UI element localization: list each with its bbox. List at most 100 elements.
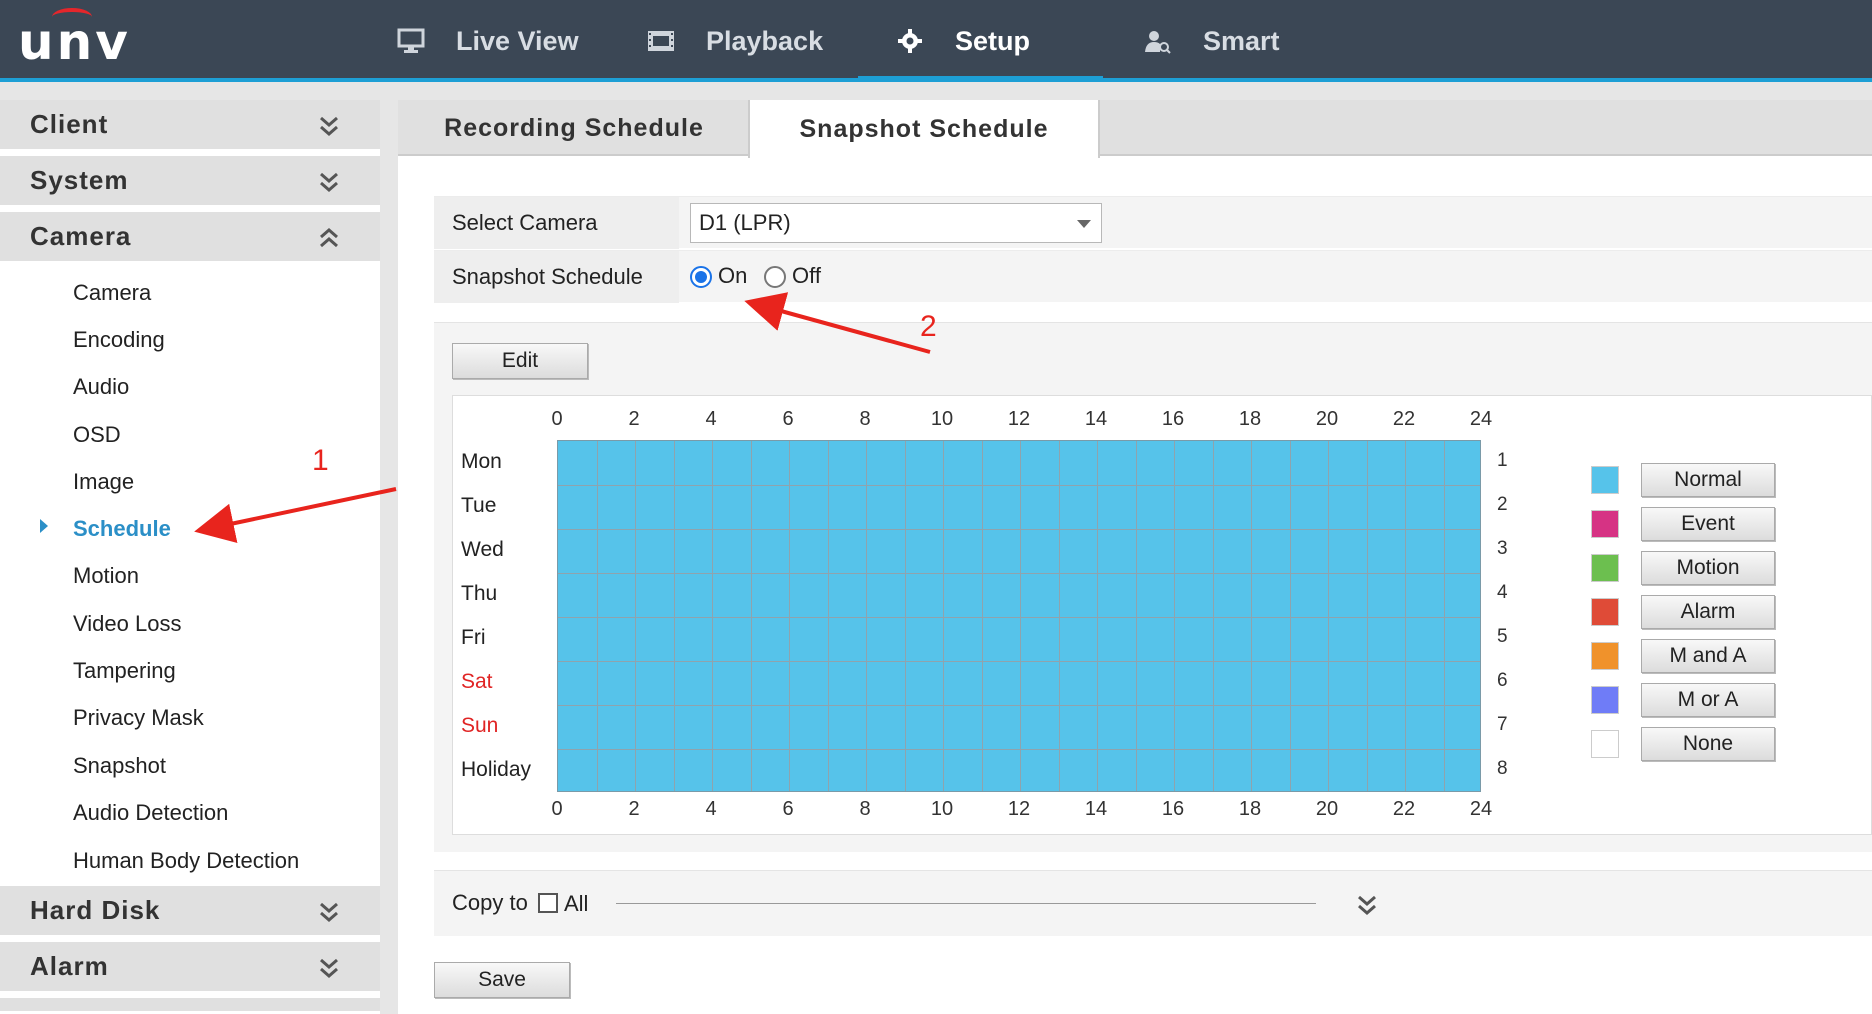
tab-snapshot-schedule[interactable]: Snapshot Schedule <box>748 100 1100 158</box>
nav-playback[interactable]: Playback <box>646 0 823 82</box>
row-number: 1 <box>1497 450 1508 471</box>
grid-hline <box>558 573 1480 574</box>
chevron-down-icon <box>320 172 338 192</box>
sidebar-item-privacy-mask[interactable]: Privacy Mask <box>73 705 204 731</box>
hour-label: 4 <box>705 798 717 820</box>
schedule-on-label[interactable]: On <box>718 263 747 289</box>
sidebar: Client System Camera Camera Encoding Aud… <box>0 100 380 1014</box>
grid-vline <box>635 441 636 791</box>
schedule-panel: Edit 0 2 4 6 8 10 12 14 16 18 20 22 24 0 2 4 6 8 10 12 14 16… <box>434 322 1872 852</box>
section-label: Alarm <box>30 951 109 981</box>
sidebar-item-image[interactable]: Image <box>73 469 134 495</box>
hour-label: 6 <box>782 408 794 430</box>
save-button[interactable]: Save <box>434 962 570 998</box>
active-nav-indicator <box>858 76 1103 81</box>
sidebar-item-human-body-detection[interactable]: Human Body Detection <box>73 848 299 874</box>
legend-button-event[interactable]: Event <box>1641 507 1775 541</box>
hour-label: 16 <box>1161 798 1185 820</box>
sidebar-section-client[interactable]: Client <box>0 100 380 152</box>
sidebar-section-system[interactable]: System <box>0 156 380 208</box>
select-camera-value: D1 (LPR) <box>699 210 791 235</box>
grid-vline <box>1212 441 1214 791</box>
dropdown-arrow-icon <box>1077 220 1091 228</box>
sidebar-section-hard-disk[interactable]: Hard Disk <box>0 886 380 938</box>
schedule-on-radio[interactable] <box>690 266 712 288</box>
schedule-grid[interactable] <box>557 440 1481 792</box>
hour-label: 8 <box>859 408 871 430</box>
row-number: 6 <box>1497 670 1508 691</box>
grid-vline <box>750 441 752 791</box>
grid-vline <box>1443 441 1445 791</box>
sidebar-item-audio-detection[interactable]: Audio Detection <box>73 800 228 826</box>
legend-button-m-or-a[interactable]: M or A <box>1641 683 1775 717</box>
sidebar-item-audio[interactable]: Audio <box>73 374 129 400</box>
hour-label: 24 <box>1469 408 1493 430</box>
monitor-icon <box>396 28 426 54</box>
grid-vline <box>904 441 906 791</box>
grid-vline <box>1097 441 1098 791</box>
chevron-down-icon[interactable] <box>1356 893 1378 917</box>
sidebar-item-video-loss[interactable]: Video Loss <box>73 611 181 637</box>
day-label: Wed <box>461 538 504 561</box>
sidebar-section-more <box>0 998 380 1014</box>
grid-vline <box>866 441 867 791</box>
day-label: Fri <box>461 626 486 649</box>
sidebar-item-tampering[interactable]: Tampering <box>73 658 176 684</box>
brand-logo: UNV <box>18 8 131 70</box>
section-label: Client <box>30 109 109 139</box>
legend-button-none[interactable]: None <box>1641 727 1775 761</box>
legend-button-normal[interactable]: Normal <box>1641 463 1775 497</box>
grid-hline <box>558 705 1480 706</box>
row-number: 3 <box>1497 538 1508 559</box>
main-content: Recording Schedule Snapshot Schedule Sel… <box>398 100 1872 1014</box>
gear-icon <box>895 28 925 54</box>
section-label: Camera <box>30 221 132 251</box>
sidebar-item-osd[interactable]: OSD <box>73 422 121 448</box>
day-label: Sun <box>461 714 499 737</box>
legend-swatch <box>1591 554 1619 582</box>
sidebar-section-alarm[interactable]: Alarm <box>0 942 380 994</box>
legend-button-motion[interactable]: Motion <box>1641 551 1775 585</box>
hour-label: 10 <box>930 798 954 820</box>
legend-swatch <box>1591 642 1619 670</box>
copy-to-row: Copy to All <box>434 870 1872 936</box>
snapshot-schedule-label: Snapshot Schedule <box>434 251 679 303</box>
sidebar-item-motion[interactable]: Motion <box>73 563 139 589</box>
day-label: Thu <box>461 582 498 605</box>
hour-label: 12 <box>1007 408 1031 430</box>
sidebar-item-encoding[interactable]: Encoding <box>73 327 165 353</box>
schedule-off-radio[interactable] <box>764 266 786 288</box>
legend-button-m-and-a[interactable]: M and A <box>1641 639 1775 673</box>
tab-recording-schedule[interactable]: Recording Schedule <box>398 100 750 156</box>
grid-vline <box>596 441 598 791</box>
select-camera-dropdown[interactable]: D1 (LPR) <box>690 203 1102 243</box>
hour-label: 18 <box>1238 408 1262 430</box>
grid-hline <box>558 485 1480 486</box>
grid-vline <box>943 441 944 791</box>
nav-smart[interactable]: Smart <box>1143 0 1280 82</box>
grid-vline <box>1251 441 1252 791</box>
nav-setup[interactable]: Setup <box>895 0 1030 82</box>
sidebar-item-snapshot[interactable]: Snapshot <box>73 753 166 779</box>
hour-label: 6 <box>782 798 794 820</box>
edit-button[interactable]: Edit <box>452 343 588 379</box>
tab-bar: Recording Schedule Snapshot Schedule <box>398 100 1872 158</box>
copy-all-checkbox[interactable] <box>538 893 558 913</box>
nav-live-view[interactable]: Live View <box>396 0 579 82</box>
legend-button-alarm[interactable]: Alarm <box>1641 595 1775 629</box>
sidebar-section-camera[interactable]: Camera <box>0 212 380 264</box>
schedule-off-label[interactable]: Off <box>792 263 821 289</box>
grid-hline <box>558 529 1480 530</box>
sidebar-item-camera[interactable]: Camera <box>73 280 151 306</box>
grid-vline <box>789 441 790 791</box>
copy-all-label: All <box>564 891 589 916</box>
chevron-down-icon <box>320 902 338 922</box>
hour-label: 2 <box>628 798 640 820</box>
grid-vline <box>1405 441 1406 791</box>
hour-label: 12 <box>1007 798 1031 820</box>
hour-label: 20 <box>1315 798 1339 820</box>
sidebar-item-schedule[interactable]: Schedule <box>73 516 171 542</box>
schedule-grid-box: 0 2 4 6 8 10 12 14 16 18 20 22 24 0 2 4 6 8 10 12 14 16 18 20 2… <box>452 395 1872 835</box>
legend-swatch <box>1591 510 1619 538</box>
day-label: Sat <box>461 670 493 693</box>
